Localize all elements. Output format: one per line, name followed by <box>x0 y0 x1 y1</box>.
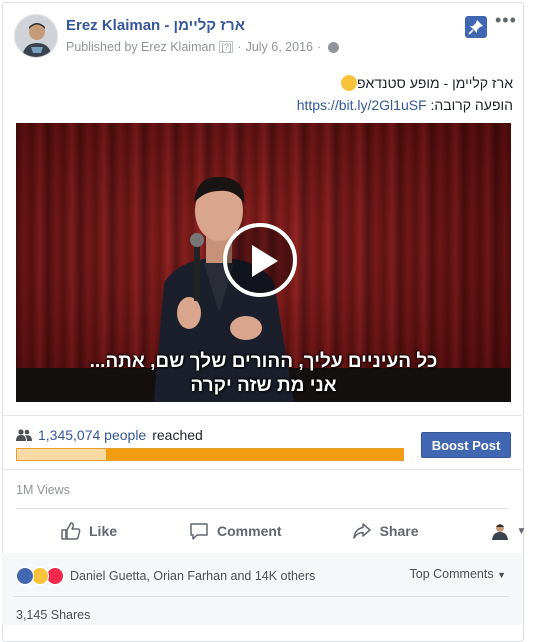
video-subtitles: כל העיניים עליך, ההורים שלך שם, אתה... א… <box>16 350 511 398</box>
comment-label: Comment <box>217 523 282 539</box>
like-button[interactable]: Like <box>61 522 117 540</box>
divider <box>2 415 522 416</box>
post-date[interactable]: July 6, 2016 <box>246 40 313 54</box>
reactions-summary[interactable]: Daniel Guetta, Orian Farhan and 14K othe… <box>16 567 315 585</box>
page-avatar-small-icon <box>491 524 508 540</box>
comment-icon <box>190 523 208 540</box>
help-icon[interactable]: [?] <box>219 41 234 53</box>
meta-separator: · <box>237 40 242 54</box>
share-arrow-icon <box>352 523 371 539</box>
subtitle-line2: אני מת שזה יקרה <box>190 375 337 396</box>
post-link[interactable]: https://bit.ly/2Gl1uSF <box>297 97 427 113</box>
thumbs-up-icon <box>61 522 81 540</box>
shares-count[interactable]: 3,145 Shares <box>16 608 90 622</box>
post-text-line1: ארז קליימן - מופע סטנדאפ <box>297 72 513 94</box>
video-player[interactable]: כל העיניים עליך, ההורים שלך שם, אתה... א… <box>16 123 511 402</box>
views-count[interactable]: 1M Views <box>16 483 70 497</box>
share-button[interactable]: Share <box>352 522 419 540</box>
like-reaction-icon <box>16 567 34 585</box>
chevron-down-icon: ▼ <box>497 570 506 580</box>
reach-label: reached <box>152 427 203 443</box>
divider-3 <box>14 596 510 597</box>
laughing-emoji-icon <box>340 75 357 91</box>
play-icon <box>252 245 278 277</box>
like-label: Like <box>89 523 118 539</box>
post-text: ארז קליימן - מופע סטנדאפ הופעה קרובה: ht… <box>297 72 513 116</box>
published-by[interactable]: Published by Erez Klaiman <box>66 40 215 54</box>
share-label: Share <box>379 523 419 539</box>
avatar-image <box>15 15 57 57</box>
top-comments-dropdown[interactable]: Top Comments ▼ <box>410 567 506 581</box>
divider-2 <box>2 469 522 470</box>
meta-separator-2: · <box>317 40 322 54</box>
post-text-line2: הופעה קרובה: https://bit.ly/2Gl1uSF <box>296 97 513 113</box>
people-icon <box>16 429 32 441</box>
page-avatar[interactable] <box>14 14 58 58</box>
chevron-down-icon: ▼ <box>516 525 527 537</box>
globe-icon[interactable] <box>328 41 340 53</box>
post-meta: Published by Erez Klaiman [?] · July 6, … <box>66 40 340 54</box>
boost-post-button[interactable]: Boost Post <box>421 432 511 458</box>
pin-icon[interactable] <box>465 16 487 38</box>
pin-glyph <box>468 20 483 35</box>
reach-summary: 1,345,074 people reached <box>16 427 203 443</box>
post-as-selector[interactable]: ▼ <box>491 522 527 540</box>
reach-count[interactable]: 1,345,074 people <box>38 427 146 443</box>
reach-progress-bar <box>16 448 404 461</box>
play-button[interactable] <box>223 223 297 297</box>
top-comments-label: Top Comments <box>409 567 494 581</box>
action-bar: Like Comment Share ▼ <box>16 508 526 553</box>
more-options-icon[interactable]: ••• <box>495 10 517 31</box>
reach-progress-fill <box>105 449 403 460</box>
page-name-link[interactable]: Erez Klaiman - ארז קליימן <box>66 17 245 34</box>
reaction-names[interactable]: Daniel Guetta, Orian Farhan and 14K othe… <box>70 569 315 583</box>
subtitle-line1: כל העיניים עליך, ההורים שלך שם, אתה... <box>89 351 438 372</box>
comment-button[interactable]: Comment <box>189 522 282 540</box>
reactions-panel: Daniel Guetta, Orian Farhan and 14K othe… <box>2 553 522 625</box>
